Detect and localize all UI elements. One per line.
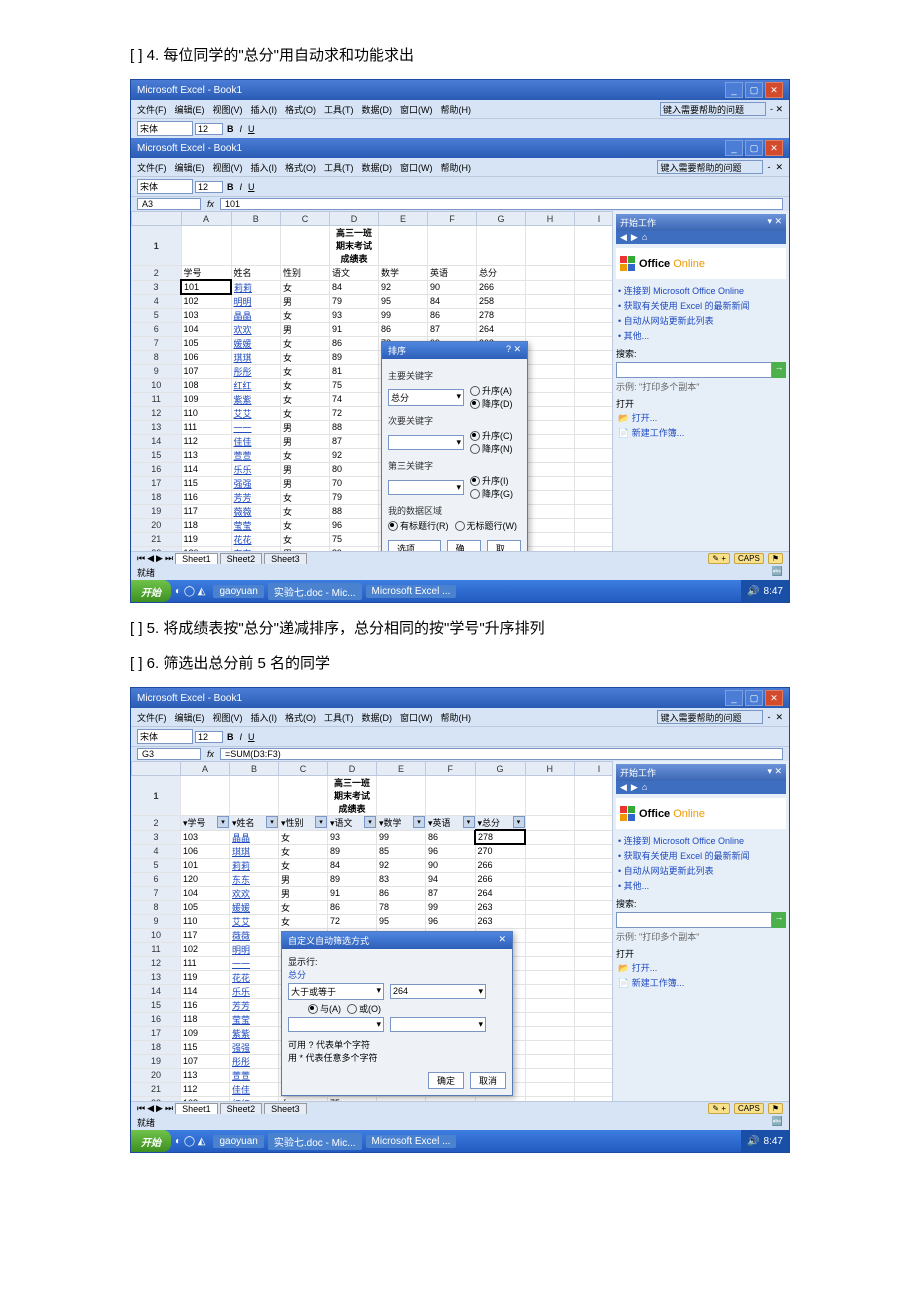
font-name-select[interactable]: 宋体	[137, 121, 193, 136]
task-4: [ ] 4. 每位同学的"总分"用自动求和功能求出	[130, 44, 790, 65]
menu-item[interactable]: 格式(O)	[285, 711, 316, 724]
status-bar: 就绪 🔤	[131, 565, 789, 580]
office-online-logo[interactable]: Office Online	[616, 248, 786, 279]
sheet-tab-2[interactable]: Sheet2	[220, 553, 263, 564]
new-workbook-link[interactable]: 📄 新建工作簿...	[616, 425, 786, 440]
menu-item[interactable]: 帮助(H)	[441, 103, 472, 116]
app-title: Microsoft Excel - Book1	[137, 85, 242, 96]
fx-icon[interactable]: fx	[207, 199, 214, 209]
home-icon[interactable]: ⌂	[642, 232, 647, 243]
cond2-op-select[interactable]: ▾	[288, 1017, 384, 1032]
bold-button[interactable]: B	[225, 124, 236, 134]
cancel-button[interactable]: 取消	[470, 1072, 506, 1089]
minimize-button[interactable]: _	[725, 82, 743, 98]
menu-item[interactable]: 工具(T)	[324, 161, 354, 174]
menu-item[interactable]: 插入(I)	[251, 711, 278, 724]
menu-item[interactable]: 格式(O)	[285, 103, 316, 116]
start-button[interactable]: 开始	[131, 580, 171, 602]
help-search[interactable]: 键入需要帮助的问题	[660, 102, 766, 116]
title-bar: Microsoft Excel - Book1 _ ▢ ✕	[131, 80, 789, 100]
menu-item[interactable]: 视图(V)	[213, 711, 243, 724]
font-size-select[interactable]: 12	[195, 123, 223, 135]
taskpane-search-input[interactable]	[616, 362, 772, 378]
italic-button[interactable]: I	[238, 124, 245, 134]
underline-button[interactable]: U	[246, 124, 257, 134]
ok-button[interactable]: 确定	[428, 1072, 464, 1089]
cond2-val-select[interactable]: ▾	[390, 1017, 486, 1032]
dialog-close-icon[interactable]: ✕	[498, 934, 506, 947]
taskpane-close-icon[interactable]: ▾ ✕	[767, 216, 782, 229]
menu-item[interactable]: 文件(F)	[137, 711, 167, 724]
excel-window-1: Microsoft Excel - Book1 _ ▢ ✕ 文件(F) 编辑(E)…	[130, 79, 790, 603]
menu-item[interactable]: 视图(V)	[213, 161, 243, 174]
windows-taskbar: 开始 ◐ ◯ ◭ gaoyuan 实验七.doc - Mic... Micros…	[131, 580, 789, 602]
menu-item[interactable]: 窗口(W)	[400, 711, 433, 724]
close-button[interactable]: ✕	[765, 82, 783, 98]
lang-indicator: 🔤	[772, 566, 783, 579]
cond1-op-select[interactable]: 大于或等于▾	[288, 983, 384, 1000]
task-5: [ ] 5. 将成绩表按"总分"递减排序，总分相同的按"学号"升序排列	[130, 617, 790, 638]
open-link[interactable]: 📂 打开...	[616, 410, 786, 425]
menu-item[interactable]: 窗口(W)	[400, 161, 433, 174]
cond1-val-select[interactable]: 264▾	[390, 984, 486, 999]
spreadsheet-grid[interactable]: ABCDEFGHIJKLMN1高三一班期末考试成绩表2学号姓名性别语文数学英语总…	[131, 211, 612, 551]
menu-bar: 文件(F) 编辑(E) 视图(V) 插入(I) 格式(O) 工具(T) 数据(D) 窗口(W)…	[131, 100, 789, 118]
menu-item[interactable]: 插入(I)	[251, 161, 278, 174]
menu-item[interactable]: 数据(D)	[362, 711, 393, 724]
name-box[interactable]: A3	[137, 198, 201, 210]
menu-item[interactable]: 数据(D)	[362, 103, 393, 116]
menu-item[interactable]: 编辑(E)	[175, 711, 205, 724]
mdi-close[interactable]: - ✕	[770, 104, 783, 115]
ok-button[interactable]: 确定	[447, 540, 481, 551]
menu-item[interactable]: 窗口(W)	[400, 103, 433, 116]
menu-item[interactable]: 帮助(H)	[441, 161, 472, 174]
system-tray: 🔊8:47	[741, 580, 789, 602]
fwd-icon[interactable]: ▶	[631, 232, 638, 243]
sort-dialog: 排序 ? ✕ 主要关键字 总分▾ 升序(A) 降序(D) 次要关键字 ▾	[381, 341, 528, 551]
menu-item[interactable]: 插入(I)	[251, 103, 278, 116]
cancel-button[interactable]: 取消	[487, 540, 521, 551]
menu-item[interactable]: 视图(V)	[213, 103, 243, 116]
menu-item[interactable]: 数据(D)	[362, 161, 393, 174]
status-ready: 就绪	[137, 566, 155, 579]
menu-item[interactable]: 格式(O)	[285, 161, 316, 174]
custom-autofilter-dialog: 自定义自动筛选方式✕ 显示行: 总分 大于或等于▾ 264▾ 与(A) 或(O)…	[281, 931, 513, 1096]
formula-bar: A3 fx 101	[131, 196, 789, 211]
third-key-select[interactable]: ▾	[388, 480, 464, 495]
back-icon[interactable]: ◀	[620, 232, 627, 243]
go-button[interactable]: →	[772, 362, 786, 378]
menu-item[interactable]: 工具(T)	[324, 103, 354, 116]
sheet-tabs: ⏮◀▶⏭ Sheet1 Sheet2 Sheet3 ✎ + CAPS ⚑	[131, 551, 789, 565]
menu-item[interactable]: 编辑(E)	[175, 103, 205, 116]
secondary-key-select[interactable]: ▾	[388, 435, 464, 450]
dialog-help-icon[interactable]: ? ✕	[506, 344, 521, 357]
toolbar: 宋体 12 B I U	[131, 118, 789, 138]
options-button[interactable]: 选项(O)...	[388, 540, 441, 551]
formula-input[interactable]: 101	[220, 198, 783, 210]
maximize-button[interactable]: ▢	[745, 82, 763, 98]
inner-title-bar: Microsoft Excel - Book1 _ ▢ ✕	[131, 138, 789, 158]
sheet-tab-3[interactable]: Sheet3	[264, 553, 307, 564]
menu-item[interactable]: 工具(T)	[324, 711, 354, 724]
menu-item[interactable]: 文件(F)	[137, 161, 167, 174]
menu-item[interactable]: 编辑(E)	[175, 161, 205, 174]
menu-item[interactable]: 帮助(H)	[441, 711, 472, 724]
task-pane: 开始工作▾ ✕ ◀▶⌂ Office Online • 连接到 Microsof…	[612, 211, 789, 551]
sheet-tab-1[interactable]: Sheet1	[175, 553, 218, 564]
task-6: [ ] 6. 筛选出总分前 5 名的同学	[130, 652, 790, 673]
excel-window-2: Microsoft Excel - Book1 _ ▢ ✕ 文件(F)编辑(E)…	[130, 687, 790, 1153]
menu-item[interactable]: 文件(F)	[137, 103, 167, 116]
primary-key-select[interactable]: 总分▾	[388, 389, 464, 406]
